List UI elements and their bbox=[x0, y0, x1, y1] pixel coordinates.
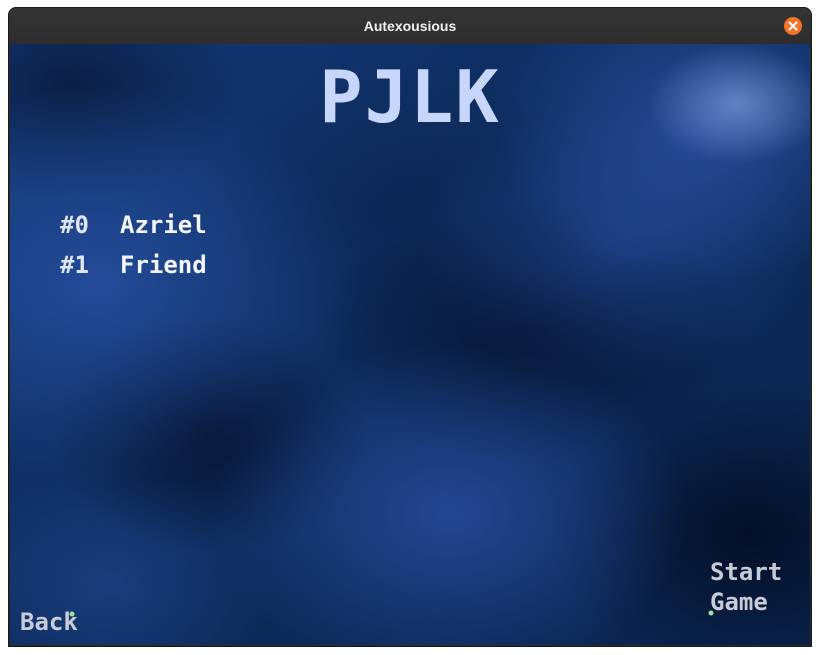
player-name: Azriel bbox=[120, 211, 207, 239]
game-title: PJLK bbox=[319, 55, 501, 139]
window-title: Autexousious bbox=[363, 18, 457, 34]
cursor-dot-icon bbox=[69, 611, 75, 617]
title-bar: Autexousious bbox=[9, 8, 811, 44]
player-index: #0 bbox=[60, 211, 89, 239]
game-viewport: PJLK #0 Azriel #1 Friend Back Start Game bbox=[10, 44, 810, 645]
start-game-button[interactable]: Start Game bbox=[710, 557, 782, 617]
close-button[interactable] bbox=[784, 17, 802, 35]
cursor-dot-icon bbox=[708, 610, 714, 616]
close-icon bbox=[788, 21, 798, 31]
player-name: Friend bbox=[120, 251, 207, 279]
player-index: #1 bbox=[60, 251, 89, 279]
app-window: Autexousious PJLK #0 Azriel #1 Friend Ba… bbox=[9, 8, 811, 646]
